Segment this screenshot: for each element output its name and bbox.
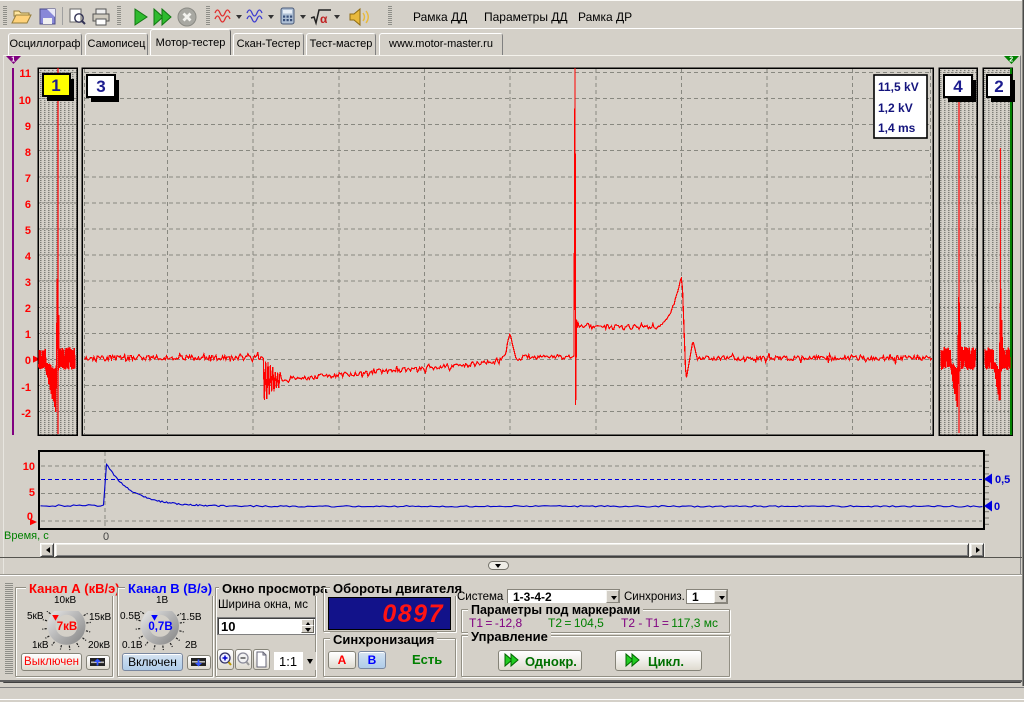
svg-text:6: 6: [25, 199, 31, 211]
svg-text:5: 5: [25, 225, 31, 237]
svg-text:9: 9: [25, 121, 31, 133]
svg-text:0: 0: [25, 355, 31, 367]
svg-text:3: 3: [25, 277, 31, 289]
svg-text:4: 4: [953, 77, 963, 96]
svg-text:0: 0: [103, 531, 109, 543]
svg-text:5: 5: [29, 487, 35, 499]
svg-text:4: 4: [25, 251, 32, 263]
svg-text:3: 3: [96, 77, 105, 96]
svg-text:Параметры ДД: Параметры ДД: [484, 10, 568, 24]
svg-text:1: 1: [11, 57, 15, 64]
svg-text:1,4 ms: 1,4 ms: [878, 121, 916, 135]
svg-text:-2: -2: [21, 408, 31, 420]
svg-text:1,2 kV: 1,2 kV: [878, 101, 913, 115]
svg-text:0: 0: [994, 501, 1000, 513]
svg-text:10: 10: [23, 461, 35, 473]
svg-text:Рамка ДР: Рамка ДР: [578, 10, 632, 24]
svg-text:11: 11: [19, 68, 31, 80]
svg-text:α: α: [320, 12, 328, 26]
svg-text:10: 10: [19, 95, 31, 107]
svg-text:2: 2: [994, 77, 1003, 96]
svg-text:11,5 kV: 11,5 kV: [878, 80, 919, 94]
svg-text:2: 2: [25, 303, 31, 315]
svg-text:-1: -1: [21, 382, 31, 394]
svg-text:1: 1: [25, 329, 31, 341]
svg-text:8: 8: [25, 147, 31, 159]
svg-text:7кВ: 7кВ: [57, 621, 77, 633]
svg-text:2: 2: [1009, 57, 1013, 64]
svg-text:0,5: 0,5: [995, 474, 1010, 486]
svg-text:0,7В: 0,7В: [148, 621, 172, 633]
svg-text:Рамка ДД: Рамка ДД: [413, 10, 467, 24]
svg-text:Время, с: Время, с: [4, 530, 49, 542]
svg-text:7: 7: [25, 173, 31, 185]
svg-text:1: 1: [51, 76, 60, 95]
